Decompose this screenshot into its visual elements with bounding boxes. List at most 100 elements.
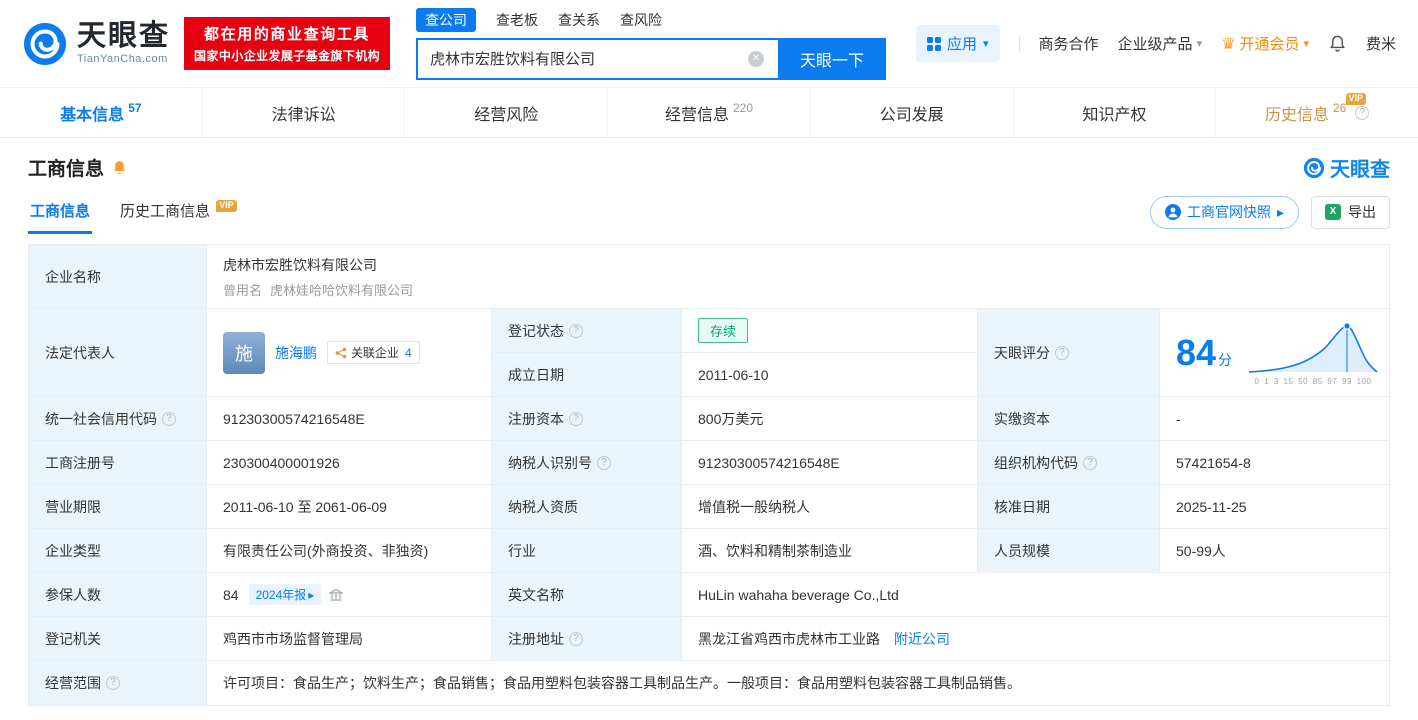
table-row-company-name: 企业名称 虎林市宏胜饮料有限公司 曾用名 虎林娃哈哈饮料有限公司: [29, 245, 1389, 309]
open-membership-menu[interactable]: ♛ 开通会员 ▾: [1221, 33, 1309, 54]
search-tab-boss[interactable]: 查老板: [496, 8, 538, 32]
search-button[interactable]: 天眼一下: [778, 37, 887, 80]
tab-legal-litigation[interactable]: 法律诉讼: [203, 88, 406, 137]
reg-capital-cell: 800万美元: [682, 397, 978, 441]
help-icon[interactable]: ?: [106, 676, 120, 690]
field-value: HuLin wahaha beverage Co.,Ltd: [698, 586, 899, 603]
caret-down-icon: ▾: [1303, 38, 1309, 50]
search-tab-relation[interactable]: 查关系: [558, 8, 600, 32]
annual-report-badge[interactable]: 2024年报 ▸: [248, 584, 322, 605]
help-icon[interactable]: ?: [1055, 345, 1069, 360]
field-value: 230300400001926: [223, 454, 340, 471]
company-type-cell: 有限责任公司(外商投资、非独资): [207, 529, 492, 573]
search-tab-risk[interactable]: 查风险: [620, 8, 662, 32]
label-text: 人员规模: [994, 542, 1050, 559]
label-text: 核准日期: [994, 498, 1050, 515]
social-insurance-icon[interactable]: [329, 588, 344, 602]
arrow-right-icon: ▸: [1276, 203, 1284, 220]
label-text: 参保人数: [45, 586, 101, 603]
field-label: 核准日期: [978, 485, 1160, 529]
promo-line1: 都在用的商业查询工具: [204, 26, 371, 43]
help-icon[interactable]: ?: [597, 455, 611, 470]
score-distribution-chart[interactable]: 0 1 3 15 50 85 97 99 100: [1247, 320, 1379, 386]
address-cell: 黑龙江省鸡西市虎林市工业路 附近公司: [682, 617, 1389, 661]
help-icon[interactable]: ?: [569, 411, 583, 426]
score-cell: 84 分 0 1 3 15 50 85 97 99 100: [1160, 309, 1389, 397]
help-icon[interactable]: ?: [569, 631, 583, 646]
relation-graph-icon: [335, 347, 347, 358]
authority-cell: 鸡西市市场监督管理局: [207, 617, 492, 661]
section-title-wrap: 工商信息: [28, 154, 128, 181]
subtab-label: 工商信息: [30, 203, 91, 220]
annual-report-label: 2024年报: [255, 588, 307, 602]
alert-bell-icon[interactable]: [111, 159, 128, 176]
logo-name: 天眼查: [77, 20, 171, 52]
field-label: 统一社会信用代码 ?: [29, 397, 207, 441]
subtab-history-business-info[interactable]: 历史工商信息 VIP: [118, 190, 239, 234]
field-value: 91230300574216548E: [223, 410, 365, 427]
help-icon[interactable]: ?: [162, 411, 176, 426]
tab-label: 经营风险: [474, 106, 539, 124]
tab-company-development[interactable]: 公司发展: [811, 88, 1014, 137]
label-text: 注册资本: [508, 410, 564, 427]
label-text: 组织机构代码: [994, 454, 1078, 471]
label-text: 登记机关: [45, 630, 101, 647]
related-companies-tag[interactable]: 关联企业 4: [327, 341, 420, 364]
english-name-cell: HuLin wahaha beverage Co.,Ltd: [682, 573, 1389, 617]
help-icon[interactable]: ?: [569, 323, 583, 338]
tab-operation-risk[interactable]: 经营风险: [405, 88, 609, 137]
table-row: 企业类型 有限责任公司(外商投资、非独资) 行业 酒、饮料和精制茶制造业 人员规…: [29, 529, 1389, 573]
field-label: 天眼评分 ?: [978, 309, 1160, 397]
tab-basic-info[interactable]: 基本信息 57: [0, 88, 203, 137]
help-icon[interactable]: ?: [1083, 455, 1097, 470]
business-cooperation-link[interactable]: 商务合作: [1039, 33, 1099, 54]
tab-label: 法律诉讼: [271, 106, 336, 124]
search-bar: ✕ 天眼一下: [416, 37, 887, 80]
tab-label: 公司发展: [879, 106, 944, 124]
nearby-companies-link[interactable]: 附近公司: [894, 629, 950, 649]
tab-history-info[interactable]: VIP 历史信息 26 ?: [1216, 88, 1418, 137]
field-value: 酒、饮料和精制茶制造业: [698, 542, 852, 559]
export-button[interactable]: X 导出: [1311, 195, 1390, 229]
search-tab-company[interactable]: 查公司: [416, 7, 477, 32]
former-name-label: 曾用名: [223, 282, 263, 298]
field-value: -: [1176, 410, 1181, 427]
label-text: 成立日期: [508, 366, 564, 383]
subtab-business-info[interactable]: 工商信息: [28, 190, 93, 234]
table-row: 工商注册号 230300400001926 纳税人识别号 ? 912303005…: [29, 441, 1389, 485]
legal-rep-avatar[interactable]: 施: [223, 331, 265, 374]
tab-label: 知识产权: [1082, 106, 1147, 124]
label-text: 英文名称: [508, 586, 564, 603]
label-text: 天眼评分: [994, 344, 1050, 361]
tab-intellectual-property[interactable]: 知识产权: [1014, 88, 1217, 137]
clear-icon[interactable]: ✕: [748, 50, 765, 67]
field-label: 注册资本 ?: [492, 397, 682, 441]
company-name: 虎林市宏胜饮料有限公司: [223, 256, 377, 273]
approval-date-cell: 2025-11-25: [1160, 485, 1389, 529]
tab-count: 220: [733, 100, 754, 115]
logo-swirl-icon: [23, 22, 67, 65]
field-value: 2025-11-25: [1176, 498, 1247, 515]
legal-rep-name-link[interactable]: 施海鹏: [275, 343, 317, 363]
search-input[interactable]: [416, 37, 779, 80]
field-label: 组织机构代码 ?: [978, 441, 1160, 485]
table-row: 参保人数 84 2024年报 ▸ 英文名称 HuLin wahaha bever…: [29, 573, 1389, 617]
vip-badge: VIP: [1345, 93, 1367, 105]
apps-menu-button[interactable]: 应用 ▾: [915, 25, 1000, 62]
tab-operation-info[interactable]: 经营信息 220: [608, 88, 811, 137]
enterprise-products-menu[interactable]: 企业级产品 ▾: [1118, 33, 1203, 54]
former-name: 虎林娃哈哈饮料有限公司: [270, 282, 414, 298]
apps-label: 应用: [946, 36, 977, 53]
field-label: 参保人数: [29, 573, 207, 617]
open-membership-label: 开通会员: [1239, 36, 1300, 53]
business-scope-cell: 许可项目：食品生产；饮料生产；食品销售；食品用塑料包装容器工具制品生产。一般项目…: [207, 661, 1389, 705]
tianyancha-logo[interactable]: 天眼查 TianYanCha.com: [22, 21, 170, 67]
official-snapshot-button[interactable]: 工商官网快照 ▸: [1149, 195, 1299, 229]
notification-bell-button[interactable]: [1328, 34, 1347, 53]
user-menu[interactable]: 费米: [1366, 33, 1396, 54]
business-cooperation-label: 商务合作: [1038, 36, 1099, 53]
help-icon[interactable]: ?: [1355, 105, 1370, 120]
industry-cell: 酒、饮料和精制茶制造业: [682, 529, 978, 573]
section-title: 工商信息: [28, 159, 105, 180]
taxpayer-no-cell: 91230300574216548E: [682, 441, 978, 485]
